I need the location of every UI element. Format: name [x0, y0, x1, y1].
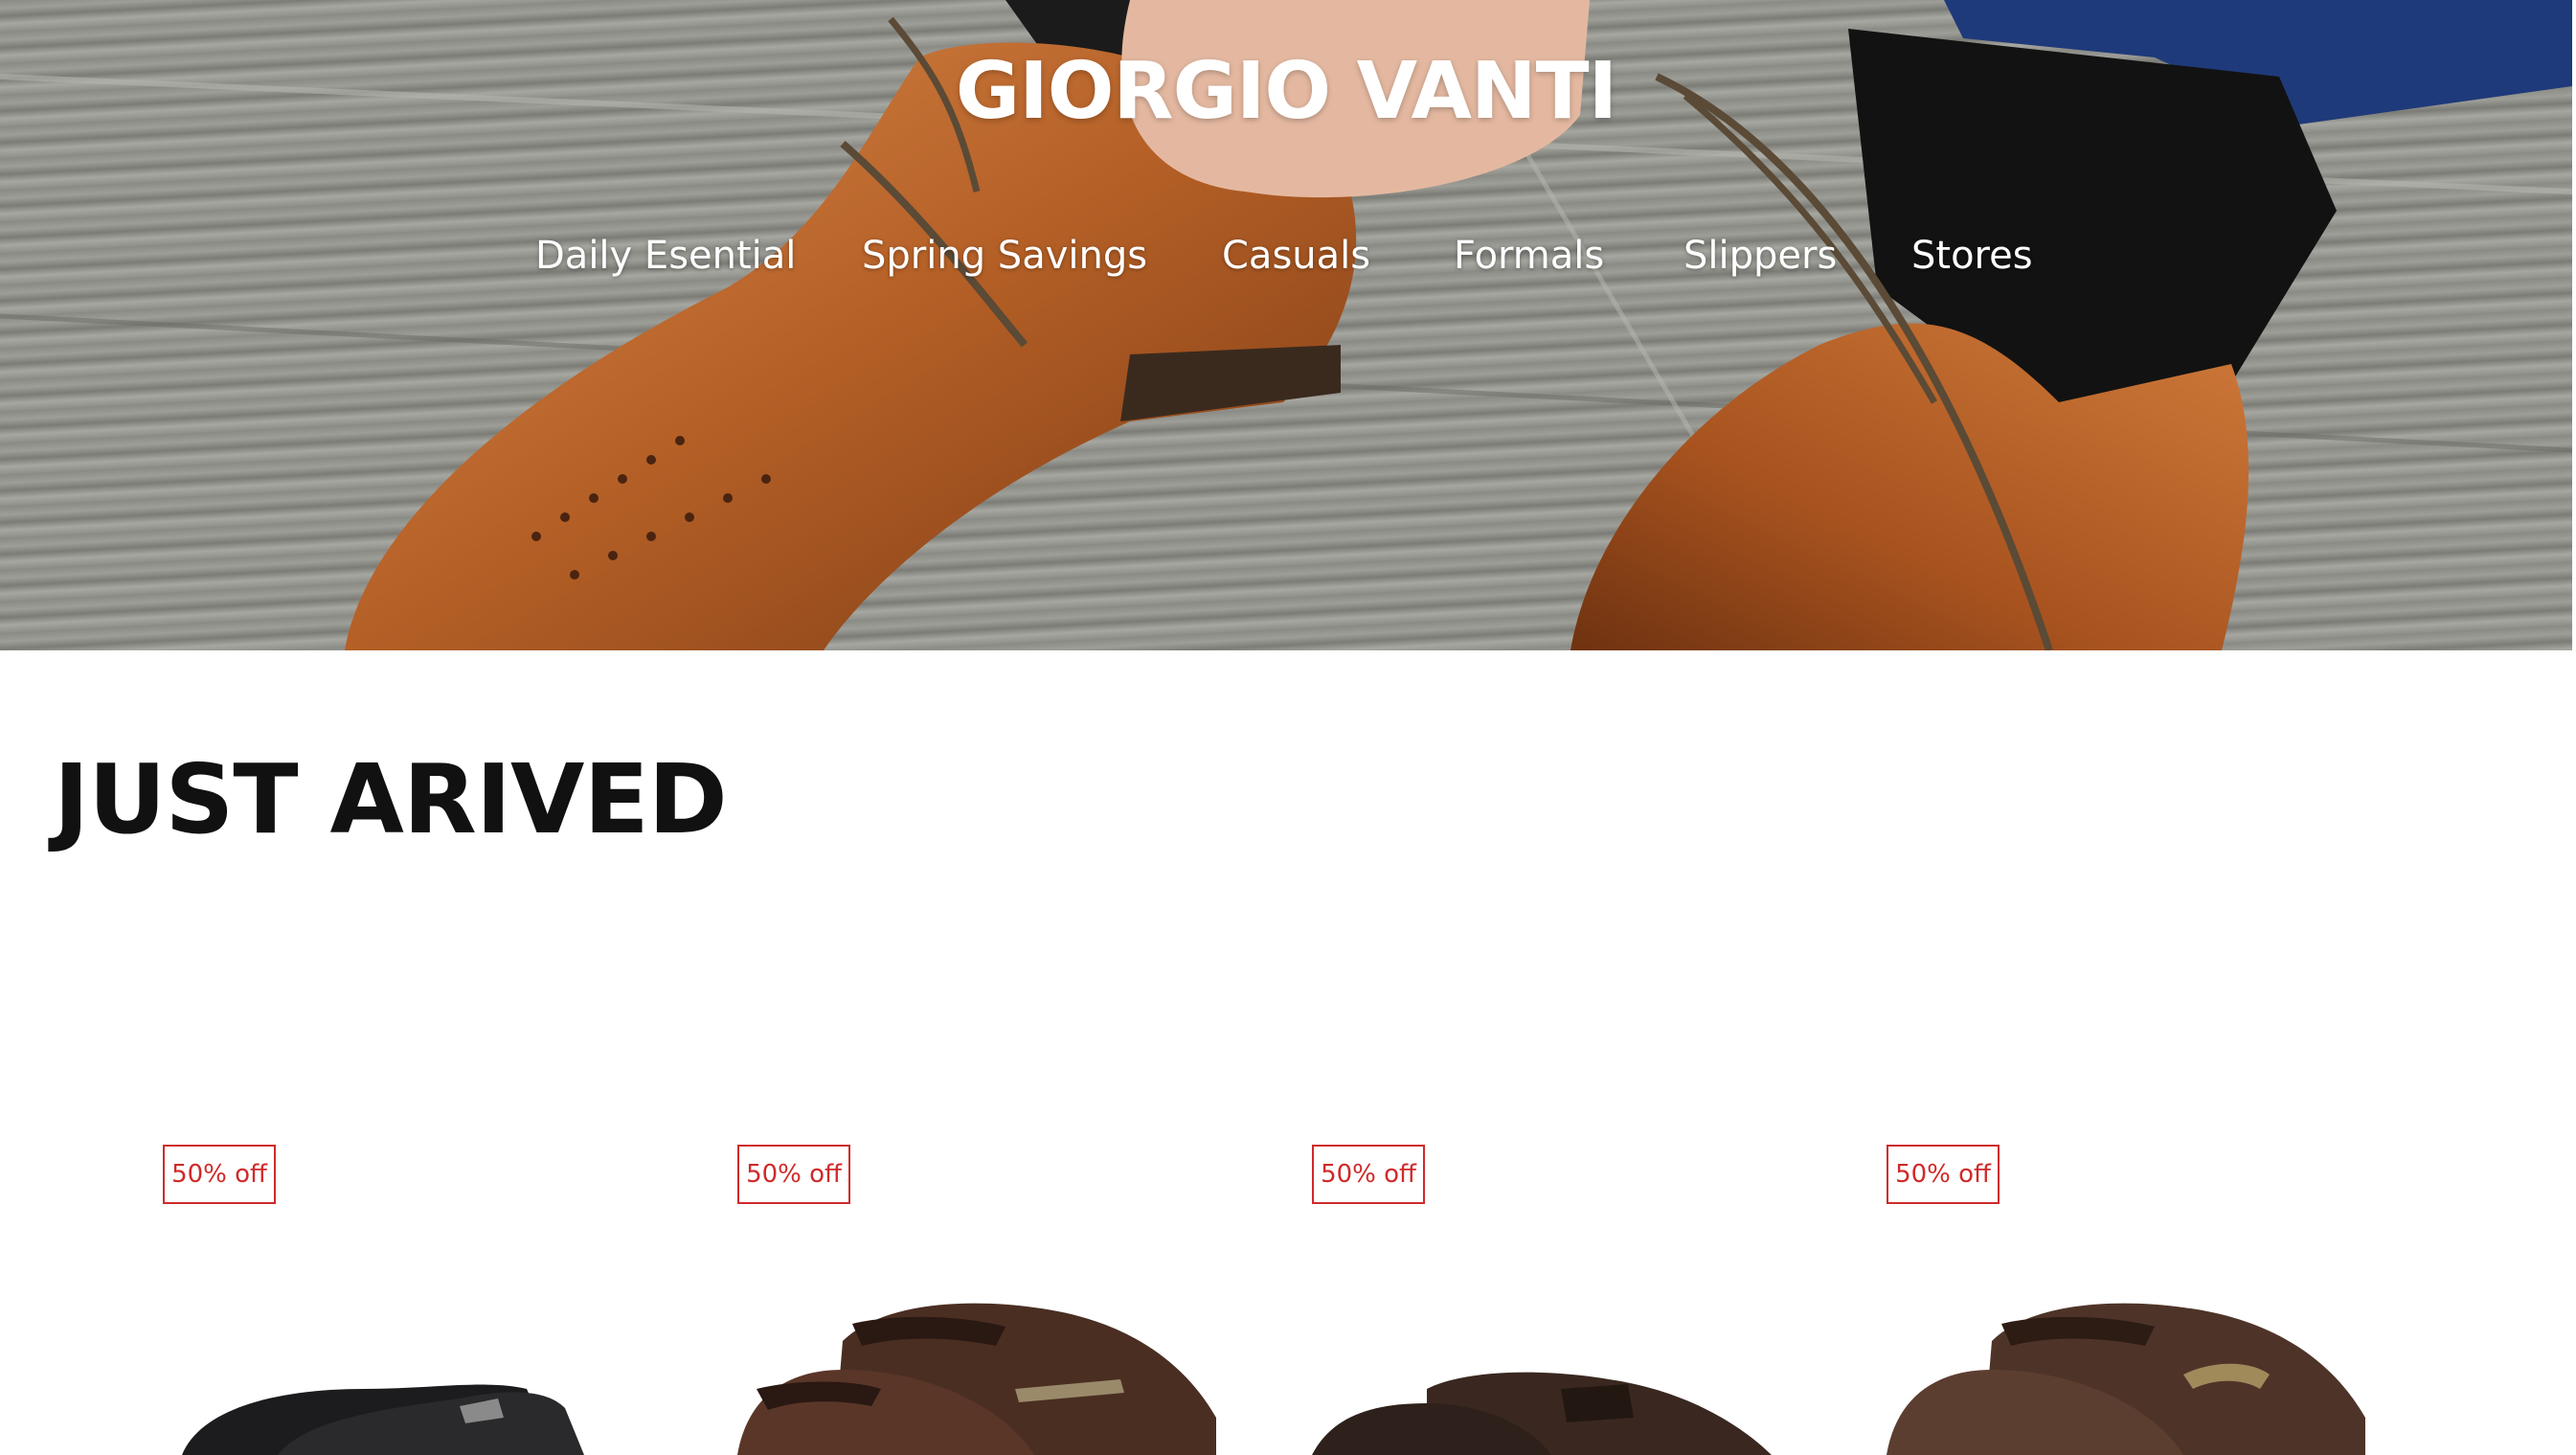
product-card[interactable]: 50% off [718, 1102, 1254, 1455]
nav-item-slippers[interactable]: Slippers [1683, 234, 1837, 278]
nav-item-daily-esential[interactable]: Daily Esential [535, 234, 796, 278]
nav-item-casuals[interactable]: Casuals [1222, 234, 1370, 278]
nav-item-stores[interactable]: Stores [1911, 234, 2033, 278]
product-card[interactable]: 50% off [1293, 1102, 1829, 1455]
discount-badge: 50% off [1887, 1145, 2000, 1204]
product-card[interactable]: 50% off [1867, 1102, 2404, 1455]
nav-item-spring-savings[interactable]: Spring Savings [862, 234, 1147, 278]
product-card[interactable]: 50% off [144, 1102, 680, 1455]
brand-logo[interactable]: GIORGIO VANTI [0, 46, 2572, 137]
discount-badge: 50% off [1312, 1145, 1425, 1204]
discount-badge: 50% off [163, 1145, 276, 1204]
discount-badge: 50% off [737, 1145, 850, 1204]
section-title: JUST ARIVED [54, 743, 728, 855]
nav-item-formals[interactable]: Formals [1454, 234, 1604, 278]
hero-banner: GIORGIO VANTI Daily Esential Spring Savi… [0, 0, 2572, 650]
